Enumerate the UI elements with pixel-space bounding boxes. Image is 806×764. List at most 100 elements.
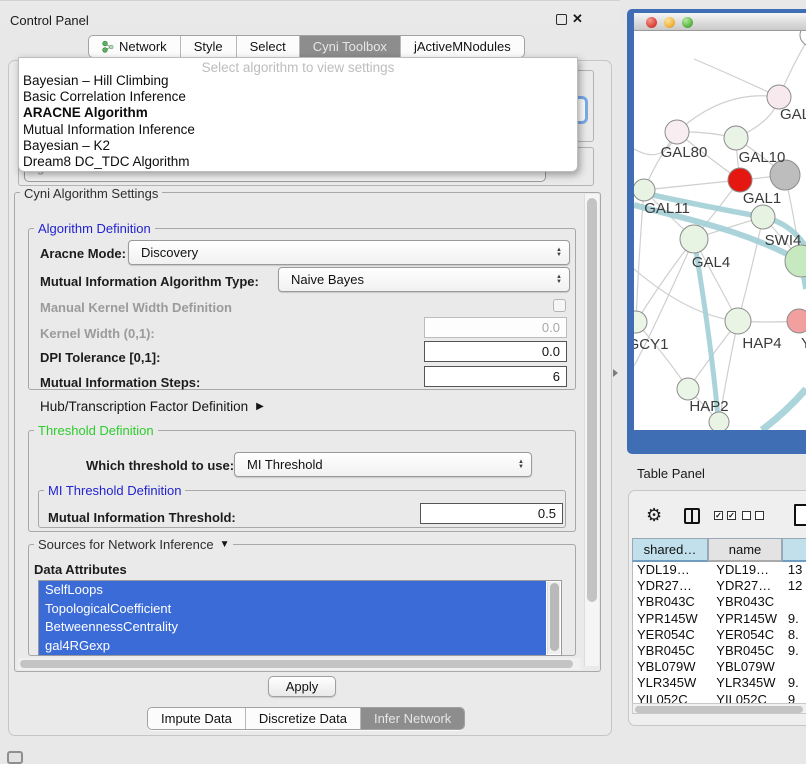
network-node[interactable] (725, 308, 751, 334)
table-row[interactable]: YBR045C YBR045C 9. (633, 643, 806, 659)
kernel-width-input[interactable]: 0.0 (424, 317, 567, 338)
network-node[interactable] (724, 126, 748, 150)
column-header-shared-name[interactable]: shared… (632, 538, 708, 562)
list-item-selected[interactable]: SelfLoops (39, 581, 546, 600)
settings-horizontal-scrollbar[interactable] (18, 658, 581, 670)
hub-transcription-section[interactable]: Hub/Transcription Factor Definition ▶ (40, 399, 264, 414)
mi-type-combo[interactable]: Naive Bayes ▲▼ (278, 267, 570, 292)
network-node[interactable] (634, 179, 655, 201)
list-item-selected[interactable]: gal4RGexp (39, 637, 546, 656)
table-cell[interactable] (778, 659, 806, 675)
table-cell[interactable]: 13 (778, 562, 806, 578)
aracne-mode-combo[interactable]: Discovery ▲▼ (128, 240, 570, 265)
table-cell[interactable]: YLR345W (706, 675, 778, 691)
table-cell[interactable]: 9. (778, 675, 806, 691)
table-row[interactable]: YIL052C YIL052C 9 (633, 692, 806, 704)
table-cell[interactable]: YDL19… (633, 562, 706, 578)
network-node[interactable] (751, 205, 775, 229)
algorithm-option[interactable]: Bayesian – K2 (19, 138, 577, 154)
collapse-right-icon[interactable]: ▶ (256, 401, 264, 412)
table-cell[interactable]: YER054C (633, 627, 706, 643)
tab-discretize-data[interactable]: Discretize Data (246, 708, 361, 729)
scrollbar-thumb[interactable] (635, 706, 803, 713)
column-header-partial[interactable] (782, 538, 806, 562)
tab-infer-network[interactable]: Infer Network (361, 708, 464, 729)
table-cell[interactable]: YLR345W (633, 675, 706, 691)
table-cell[interactable]: 9 (778, 692, 806, 704)
network-node[interactable] (665, 120, 689, 144)
network-canvas[interactable]: GAL GAL80 GAL10 GAL1 GAL11 SWI4 GAL4 GCY… (634, 31, 806, 430)
network-node[interactable] (634, 311, 647, 333)
algorithm-option[interactable]: Bayesian – Hill Climbing (19, 73, 577, 89)
dpi-tolerance-input[interactable]: 0.0 (424, 341, 567, 362)
table-cell[interactable]: YDL19… (706, 562, 778, 578)
table-cell[interactable]: YPR145W (706, 611, 778, 627)
table-cell[interactable]: YER054C (706, 627, 778, 643)
split-view-icon[interactable] (684, 508, 700, 524)
deselect-columns-icon[interactable] (742, 511, 764, 520)
network-node[interactable] (785, 245, 806, 277)
table-row[interactable]: YBR043C YBR043C (633, 594, 806, 610)
table-cell[interactable]: YPR145W (633, 611, 706, 627)
settings-gear-icon[interactable]: ⚙ (646, 505, 662, 526)
table-cell[interactable]: YIL052C (706, 692, 778, 704)
algorithm-option[interactable]: Basic Correlation Inference (19, 89, 577, 105)
table-cell[interactable]: YDR27… (633, 578, 706, 594)
tab-network[interactable]: Network (89, 36, 181, 57)
table-row[interactable]: YBL079W YBL079W (633, 659, 806, 675)
tab-impute-data[interactable]: Impute Data (148, 708, 246, 729)
table-cell[interactable]: YDR27… (706, 578, 778, 594)
table-cell[interactable]: YBR045C (706, 643, 778, 659)
column-header-name[interactable]: name (708, 538, 782, 562)
algorithm-option[interactable]: Mutual Information Inference (19, 122, 577, 138)
table-cell[interactable]: YBR043C (633, 594, 706, 610)
which-threshold-combo[interactable]: MI Threshold ▲▼ (234, 452, 532, 477)
manual-kernel-checkbox[interactable] (553, 299, 566, 312)
table-row[interactable]: YDL19… YDL19… 13 (633, 562, 806, 578)
network-node[interactable] (800, 31, 806, 46)
minimized-panel-icon[interactable] (7, 751, 23, 764)
minimize-traffic-light-icon[interactable] (664, 17, 675, 28)
tab-cyni-toolbox[interactable]: Cyni Toolbox (300, 36, 401, 57)
table-cell[interactable] (778, 594, 806, 610)
table-row[interactable]: YER054C YER054C 8. (633, 627, 806, 643)
float-window-icon[interactable] (556, 14, 567, 25)
algorithm-option-selected[interactable]: ARACNE Algorithm (19, 105, 577, 121)
table-cell[interactable]: YBL079W (706, 659, 778, 675)
table-horizontal-scrollbar[interactable] (632, 703, 806, 714)
splitpane-collapse-icon[interactable] (613, 369, 618, 377)
data-attributes-list[interactable]: SelfLoops TopologicalCoefficient Between… (38, 580, 562, 656)
zoom-traffic-light-icon[interactable] (682, 17, 693, 28)
select-columns-icon[interactable]: ✓ ✓ (714, 511, 736, 520)
table-cell[interactable]: 9. (778, 611, 806, 627)
list-item-selected[interactable]: BetweennessCentrality (39, 618, 546, 637)
apply-button[interactable]: Apply (268, 676, 336, 697)
network-node[interactable] (680, 225, 708, 253)
table-cell[interactable]: YBL079W (633, 659, 706, 675)
table-cell[interactable]: 12 (778, 578, 806, 594)
mi-threshold-input[interactable]: 0.5 (420, 503, 563, 524)
table-cell[interactable]: 9. (778, 643, 806, 659)
close-traffic-light-icon[interactable] (646, 17, 657, 28)
tab-jactivemnodules[interactable]: jActiveMNodules (401, 36, 524, 57)
scrollbar-thumb[interactable] (20, 660, 573, 668)
expand-down-icon[interactable]: ▼ (220, 539, 230, 550)
tab-style[interactable]: Style (181, 36, 237, 57)
table-row[interactable]: YDR27… YDR27… 12 (633, 578, 806, 594)
network-window-titlebar[interactable] (634, 13, 806, 31)
scrollbar-thumb[interactable] (587, 198, 597, 602)
network-node[interactable] (787, 309, 806, 333)
network-node[interactable] (728, 168, 752, 192)
table-cell[interactable]: 8. (778, 627, 806, 643)
mi-steps-input[interactable]: 6 (424, 366, 567, 387)
list-item-selected[interactable]: TopologicalCoefficient (39, 600, 546, 619)
list-vertical-scrollbar[interactable] (547, 582, 560, 654)
document-icon[interactable] (794, 504, 806, 526)
tab-select[interactable]: Select (237, 36, 300, 57)
network-node[interactable] (677, 378, 699, 400)
table-cell[interactable]: YIL052C (633, 692, 706, 704)
table-cell[interactable]: YBR043C (706, 594, 778, 610)
close-icon[interactable]: ✕ (572, 11, 583, 27)
algorithm-option[interactable]: Dream8 DC_TDC Algorithm (19, 154, 577, 170)
settings-vertical-scrollbar[interactable] (584, 194, 599, 666)
